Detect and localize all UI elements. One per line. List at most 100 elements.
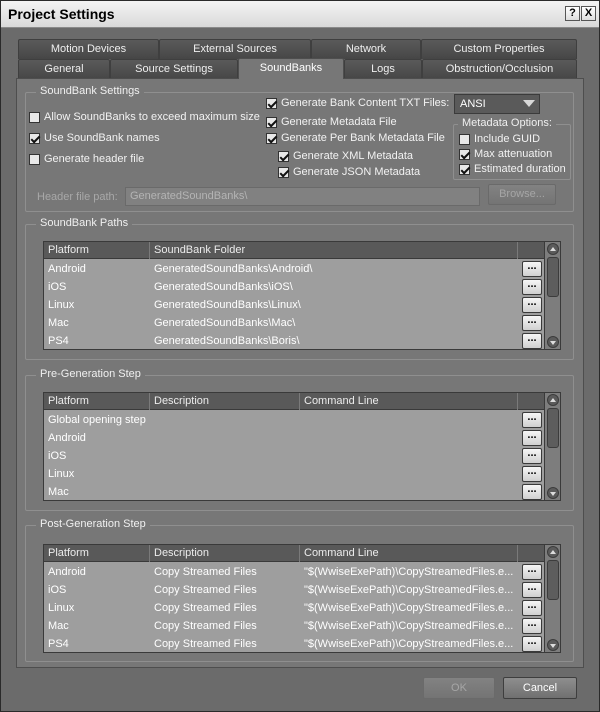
tab-obstruction-occlusion[interactable]: Obstruction/Occlusion xyxy=(422,59,577,79)
checkbox-box[interactable] xyxy=(29,153,40,165)
scroll-down-arrow-icon[interactable] xyxy=(547,336,559,348)
vertical-scrollbar[interactable] xyxy=(544,545,560,652)
checkbox-label: Generate Per Bank Metadata File xyxy=(281,132,445,144)
use-soundbank-names-checkbox[interactable]: Use SoundBank names xyxy=(29,132,160,144)
scroll-thumb[interactable] xyxy=(547,560,559,600)
table-row[interactable]: Mac ... xyxy=(44,483,544,500)
edit-step-button[interactable]: ... xyxy=(522,466,542,482)
folder-cell: GeneratedSoundBanks\Boris\ xyxy=(154,335,300,347)
encoding-value: ANSI xyxy=(460,98,486,110)
encoding-dropdown[interactable]: ANSI xyxy=(454,94,540,114)
browse-button[interactable]: Browse... xyxy=(488,184,556,205)
edit-path-button[interactable]: ... xyxy=(522,279,542,295)
generate-xml-checkbox[interactable]: Generate XML Metadata xyxy=(278,150,413,162)
column-header-command-line[interactable]: Command Line xyxy=(300,545,518,562)
close-button[interactable]: X xyxy=(581,6,596,21)
include-guid-checkbox[interactable]: Include GUID xyxy=(459,133,540,145)
allow-exceed-checkbox[interactable]: Allow SoundBanks to exceed maximum size xyxy=(29,111,260,123)
generate-txt-checkbox[interactable]: Generate Bank Content TXT Files: xyxy=(266,97,449,109)
table-row[interactable]: Global opening step ... xyxy=(44,411,544,429)
tab-logs[interactable]: Logs xyxy=(344,59,422,79)
tab-network[interactable]: Network xyxy=(311,39,421,59)
column-header-platform[interactable]: Platform xyxy=(44,393,150,410)
edit-step-button[interactable]: ... xyxy=(522,618,542,634)
window-title: Project Settings xyxy=(8,6,115,22)
checkbox-box[interactable] xyxy=(29,132,40,144)
table-row[interactable]: Linux ... xyxy=(44,465,544,483)
ok-button[interactable]: OK xyxy=(423,677,495,699)
generate-metadata-checkbox[interactable]: Generate Metadata File xyxy=(266,116,397,128)
tab-motion-devices[interactable]: Motion Devices xyxy=(18,39,159,59)
header-path-input[interactable]: GeneratedSoundBanks\ xyxy=(125,187,480,206)
command-cell xyxy=(300,411,518,429)
description-cell xyxy=(150,465,300,483)
column-header-description[interactable]: Description xyxy=(150,545,300,562)
table-row[interactable]: iOS ... xyxy=(44,447,544,465)
table-row[interactable]: iOS GeneratedSoundBanks\iOS\ ... xyxy=(44,278,544,296)
column-header-command-line[interactable]: Command Line xyxy=(300,393,518,410)
checkbox-box[interactable] xyxy=(459,148,470,160)
tab-source-settings[interactable]: Source Settings xyxy=(110,59,238,79)
column-header-soundbank-folder[interactable]: SoundBank Folder xyxy=(150,242,518,259)
table-row[interactable]: Linux Copy Streamed Files "$(WwiseExePat… xyxy=(44,599,544,617)
metadata-options-label: Metadata Options: xyxy=(458,117,556,129)
platform-cell: Global opening step xyxy=(48,414,146,426)
checkbox-box[interactable] xyxy=(459,163,470,175)
scroll-down-arrow-icon[interactable] xyxy=(547,487,559,499)
vertical-scrollbar[interactable] xyxy=(544,393,560,500)
tab-external-sources[interactable]: External Sources xyxy=(159,39,311,59)
scroll-thumb[interactable] xyxy=(547,257,559,297)
edit-step-button[interactable]: ... xyxy=(522,636,542,652)
tab-general[interactable]: General xyxy=(18,59,110,79)
edit-step-button[interactable]: ... xyxy=(522,600,542,616)
edit-path-button[interactable]: ... xyxy=(522,333,542,349)
scroll-thumb[interactable] xyxy=(547,408,559,448)
table-row[interactable]: Android ... xyxy=(44,429,544,447)
checkbox-box[interactable] xyxy=(266,97,277,109)
table-row[interactable]: Android Copy Streamed Files "$(WwiseExeP… xyxy=(44,563,544,581)
edit-step-button[interactable]: ... xyxy=(522,484,542,500)
edit-step-button[interactable]: ... xyxy=(522,564,542,580)
table-row[interactable]: Mac Copy Streamed Files "$(WwiseExePath)… xyxy=(44,617,544,635)
help-button[interactable]: ? xyxy=(565,6,580,21)
checkbox-box[interactable] xyxy=(459,133,470,145)
edit-step-button[interactable]: ... xyxy=(522,582,542,598)
edit-step-button[interactable]: ... xyxy=(522,448,542,464)
column-header-platform[interactable]: Platform xyxy=(44,545,150,562)
scroll-down-arrow-icon[interactable] xyxy=(547,639,559,651)
checkbox-label: Generate JSON Metadata xyxy=(293,166,421,178)
table-row[interactable]: PS4 GeneratedSoundBanks\Boris\ ... xyxy=(44,332,544,349)
max-attenuation-checkbox[interactable]: Max attenuation xyxy=(459,148,552,160)
edit-path-button[interactable]: ... xyxy=(522,315,542,331)
column-header-platform[interactable]: Platform xyxy=(44,242,150,259)
scroll-up-arrow-icon[interactable] xyxy=(547,243,559,255)
table-row[interactable]: Mac GeneratedSoundBanks\Mac\ ... xyxy=(44,314,544,332)
estimated-duration-checkbox[interactable]: Estimated duration xyxy=(459,163,566,175)
vertical-scrollbar[interactable] xyxy=(544,242,560,349)
edit-path-button[interactable]: ... xyxy=(522,297,542,313)
generate-per-bank-checkbox[interactable]: Generate Per Bank Metadata File xyxy=(266,132,445,144)
checkbox-box[interactable] xyxy=(278,166,289,178)
table-row[interactable]: iOS Copy Streamed Files "$(WwiseExePath)… xyxy=(44,581,544,599)
table-row[interactable]: Linux GeneratedSoundBanks\Linux\ ... xyxy=(44,296,544,314)
description-cell xyxy=(150,447,300,465)
generate-json-checkbox[interactable]: Generate JSON Metadata xyxy=(278,166,420,178)
scroll-up-arrow-icon[interactable] xyxy=(547,546,559,558)
generate-header-checkbox[interactable]: Generate header file xyxy=(29,153,144,165)
checkbox-box[interactable] xyxy=(29,111,40,123)
cancel-button[interactable]: Cancel xyxy=(503,677,577,699)
edit-path-button[interactable]: ... xyxy=(522,261,542,277)
description-cell: Copy Streamed Files xyxy=(154,602,257,614)
tab-soundbanks[interactable]: SoundBanks xyxy=(238,58,344,79)
edit-step-button[interactable]: ... xyxy=(522,412,542,428)
table-row[interactable]: Android GeneratedSoundBanks\Android\ ... xyxy=(44,260,544,278)
checkbox-box[interactable] xyxy=(266,116,277,128)
tab-custom-properties[interactable]: Custom Properties xyxy=(421,39,577,59)
scroll-up-arrow-icon[interactable] xyxy=(547,394,559,406)
checkbox-box[interactable] xyxy=(278,150,289,162)
table-row[interactable]: PS4 Copy Streamed Files "$(WwiseExePath)… xyxy=(44,635,544,652)
column-header-description[interactable]: Description xyxy=(150,393,300,410)
checkbox-box[interactable] xyxy=(266,132,277,144)
edit-step-button[interactable]: ... xyxy=(522,430,542,446)
checkbox-label: Max attenuation xyxy=(474,148,553,160)
